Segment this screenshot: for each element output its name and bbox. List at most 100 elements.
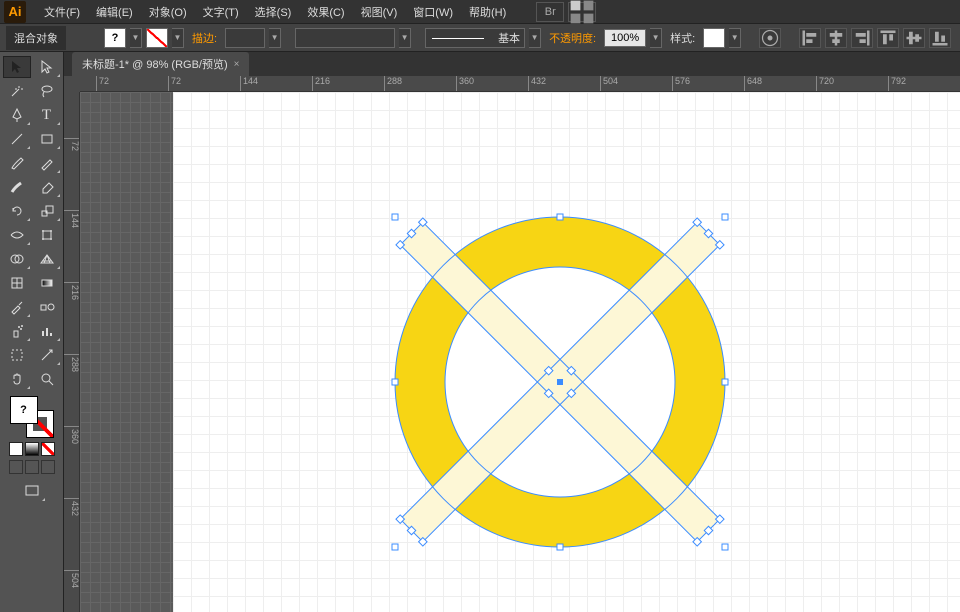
stroke-swatch[interactable] — [146, 28, 168, 48]
color-wheel-icon — [760, 28, 780, 48]
fill-swatch-menu[interactable]: ▼ — [130, 28, 142, 48]
column-graph-tool[interactable] — [33, 320, 61, 342]
stroke-profile-menu[interactable]: ▼ — [399, 28, 411, 48]
rotate-tool[interactable] — [3, 200, 31, 222]
color-mode-gradient[interactable] — [25, 442, 39, 456]
width-icon — [9, 227, 25, 243]
slice-tool[interactable] — [33, 344, 61, 366]
artboard-icon — [9, 347, 25, 363]
type-icon: T — [42, 107, 51, 124]
artwork[interactable] — [350, 172, 770, 592]
direct-selection-tool[interactable] — [33, 56, 61, 78]
fill-swatch[interactable]: ? — [104, 28, 126, 48]
ruler-horizontal[interactable]: 72 72 144 216 288 360 432 504 576 648 72… — [80, 76, 960, 92]
stroke-weight-menu[interactable]: ▼ — [269, 28, 281, 48]
selection-tool[interactable] — [3, 56, 31, 78]
menu-window[interactable]: 窗口(W) — [405, 0, 461, 24]
menu-object[interactable]: 对象(O) — [141, 0, 195, 24]
shape-builder-icon — [9, 251, 25, 267]
opacity-menu[interactable]: ▼ — [650, 28, 662, 48]
document-area: 未标题-1* @ 98% (RGB/预览) × 72 72 144 216 28… — [64, 52, 960, 612]
align-button-2[interactable] — [825, 28, 847, 48]
tools-panel: T ? — [0, 52, 64, 612]
selection-center-handle — [557, 379, 563, 385]
mesh-icon — [9, 275, 25, 291]
close-tab-icon[interactable]: × — [234, 59, 240, 70]
blend-tool[interactable] — [33, 296, 61, 318]
rectangle-tool[interactable] — [33, 128, 61, 150]
line-segment-tool[interactable] — [3, 128, 31, 150]
menu-select[interactable]: 选择(S) — [247, 0, 300, 24]
fill-color-box[interactable]: ? — [10, 396, 38, 424]
free-transform-tool[interactable] — [33, 224, 61, 246]
hand-icon — [9, 371, 25, 387]
type-tool[interactable]: T — [33, 104, 61, 126]
menu-file[interactable]: 文件(F) — [36, 0, 88, 24]
arrange-documents-button[interactable] — [568, 2, 596, 22]
eraser-tool[interactable] — [33, 176, 61, 198]
grid-icon — [569, 0, 595, 25]
gradient-tool[interactable] — [33, 272, 61, 294]
selection-icon — [9, 59, 25, 75]
graphic-style-swatch[interactable] — [703, 28, 725, 48]
blob-brush-tool[interactable] — [3, 176, 31, 198]
stroke-weight-field[interactable] — [225, 28, 265, 48]
align-button-3[interactable] — [851, 28, 873, 48]
control-bar: 混合对象 ?▼ ▼ 描边: ▼ ▼ 基本▼ 不透明度: 100%▼ 样式: ▼ — [0, 24, 960, 52]
free-transform-icon — [39, 227, 55, 243]
scale-tool[interactable] — [33, 200, 61, 222]
context-label: 混合对象 — [6, 26, 66, 50]
magic-wand-icon — [9, 83, 25, 99]
align-bottom-icon — [930, 28, 950, 48]
stroke-swatch-menu[interactable]: ▼ — [172, 28, 184, 48]
zoom-tool[interactable] — [33, 368, 61, 390]
menu-type[interactable]: 文字(T) — [195, 0, 247, 24]
lasso-tool[interactable] — [33, 80, 61, 102]
magic-wand-tool[interactable] — [3, 80, 31, 102]
menu-view[interactable]: 视图(V) — [353, 0, 406, 24]
menu-edit[interactable]: 编辑(E) — [88, 0, 141, 24]
ruler-vertical[interactable]: 72 144 216 288 360 432 504 — [64, 92, 80, 612]
hand-tool[interactable] — [3, 368, 31, 390]
align-button-6[interactable] — [929, 28, 951, 48]
align-hcenter-icon — [826, 28, 846, 48]
recolor-artwork-button[interactable] — [759, 28, 781, 48]
symbol-sprayer-tool[interactable] — [3, 320, 31, 342]
menu-effect[interactable]: 效果(C) — [299, 0, 352, 24]
graphic-style-menu[interactable]: ▼ — [729, 28, 741, 48]
draw-behind[interactable] — [25, 460, 39, 474]
brush-definition[interactable]: 基本 — [425, 28, 525, 48]
menu-help[interactable]: 帮助(H) — [461, 0, 514, 24]
color-mode-solid[interactable] — [9, 442, 23, 456]
perspective-grid-tool[interactable] — [33, 248, 61, 270]
document-tab[interactable]: 未标题-1* @ 98% (RGB/预览) × — [72, 52, 249, 76]
align-button-5[interactable] — [903, 28, 925, 48]
align-button-4[interactable] — [877, 28, 899, 48]
brush-definition-menu[interactable]: ▼ — [529, 28, 541, 48]
draw-normal[interactable] — [9, 460, 23, 474]
pen-tool[interactable] — [3, 104, 31, 126]
paintbrush-tool[interactable] — [3, 152, 31, 174]
mesh-tool[interactable] — [3, 272, 31, 294]
screen-mode-button[interactable] — [18, 480, 46, 502]
shape-builder-tool[interactable] — [3, 248, 31, 270]
draw-inside[interactable] — [41, 460, 55, 474]
stroke-label: 描边: — [188, 30, 221, 46]
align-top-icon — [878, 28, 898, 48]
align-button-1[interactable] — [799, 28, 821, 48]
canvas[interactable] — [80, 92, 960, 612]
artboard-tool[interactable] — [3, 344, 31, 366]
eyedropper-tool[interactable] — [3, 296, 31, 318]
lasso-icon — [39, 83, 55, 99]
pencil-tool[interactable] — [33, 152, 61, 174]
opacity-field[interactable]: 100% — [604, 29, 646, 47]
graph-icon — [39, 323, 55, 339]
opacity-label: 不透明度: — [545, 30, 600, 46]
width-tool[interactable] — [3, 224, 31, 246]
bridge-button[interactable]: Br — [536, 2, 564, 22]
stroke-profile-field[interactable] — [295, 28, 395, 48]
app-logo: Ai — [4, 1, 26, 23]
fill-stroke-indicator[interactable]: ? — [8, 396, 56, 438]
rectangle-icon — [39, 131, 55, 147]
color-mode-none[interactable] — [41, 442, 55, 456]
